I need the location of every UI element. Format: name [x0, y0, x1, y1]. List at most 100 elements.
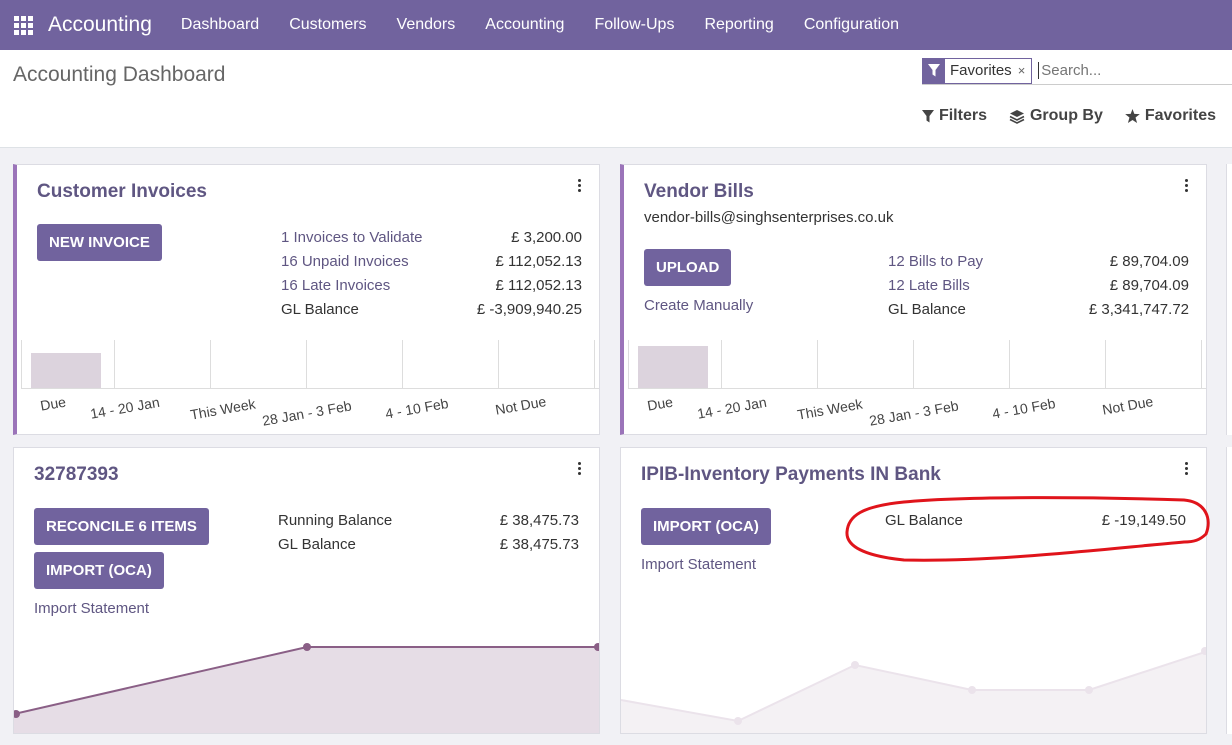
stat-row[interactable]: 1 Invoices to Validate £ 3,200.00 [281, 226, 582, 250]
nav-configuration[interactable]: Configuration [789, 0, 914, 50]
layers-icon [1009, 109, 1025, 124]
chart-label: Due [646, 393, 675, 414]
vendor-bills-card: Vendor Bills vendor-bills@singhsenterpri… [620, 164, 1207, 435]
stat-label[interactable]: 16 Late Invoices [281, 274, 390, 298]
chart-label: This Week [189, 395, 257, 423]
red-annotation-circle [845, 496, 1210, 562]
stat-label: Running Balance [278, 512, 393, 529]
new-invoice-button[interactable]: NEW INVOICE [37, 224, 162, 261]
stat-value: £ -3,909,940.25 [476, 301, 582, 318]
offscreen-card-edge [1226, 447, 1232, 734]
stat-row: GL Balance £ -3,909,940.25 [281, 298, 582, 322]
create-manually-link[interactable]: Create Manually [644, 297, 753, 314]
app-brand[interactable]: Accounting [48, 13, 152, 37]
stat-row: GL Balance £ 3,341,747.72 [888, 298, 1189, 322]
nav-reporting[interactable]: Reporting [689, 0, 788, 50]
chart-bar-due[interactable] [638, 346, 708, 388]
control-panel: Accounting Dashboard Favorites × Filters… [0, 50, 1232, 148]
vendor-bills-email: vendor-bills@singhsenterprises.co.uk [644, 209, 894, 226]
bank-stats: Running Balance £ 38,475.73 GL Balance £ 3… [278, 509, 579, 557]
star-icon [1125, 109, 1140, 123]
import-statement-link[interactable]: Import Statement [34, 600, 149, 617]
search-input[interactable] [1038, 62, 1179, 79]
stat-value: £ 89,704.09 [1109, 277, 1189, 294]
nav-follow-ups[interactable]: Follow-Ups [579, 0, 689, 50]
stat-value: £ 112,052.13 [495, 277, 582, 294]
bill-stats: 12 Bills to Pay £ 89,704.09 12 Late Bills… [888, 250, 1189, 322]
stat-value: £ 38,475.73 [499, 512, 579, 529]
search-box: Favorites × [922, 57, 1232, 85]
filters-button[interactable]: Filters [921, 107, 987, 125]
stat-row: Running Balance £ 38,475.73 [278, 509, 579, 533]
chart-label: Due [39, 393, 68, 414]
search-facet: Favorites × [922, 57, 1033, 84]
card-title[interactable]: Customer Invoices [37, 181, 207, 203]
balance-line-chart[interactable] [14, 628, 600, 734]
chart-point[interactable] [1085, 686, 1093, 694]
upload-button[interactable]: UPLOAD [644, 249, 732, 286]
chart-label: This Week [796, 395, 864, 423]
stat-row[interactable]: 12 Bills to Pay £ 89,704.09 [888, 250, 1189, 274]
kebab-menu-icon[interactable] [1185, 462, 1188, 475]
stat-value: £ 3,341,747.72 [1088, 301, 1189, 318]
page-title: Accounting Dashboard [13, 63, 226, 86]
stat-row[interactable]: 16 Unpaid Invoices £ 112,052.13 [281, 250, 582, 274]
favorites-label: Favorites [1144, 107, 1216, 124]
kebab-menu-icon[interactable] [578, 462, 581, 475]
filters-label: Filters [938, 107, 987, 124]
chart-point[interactable] [303, 643, 311, 651]
invoice-stats: 1 Invoices to Validate £ 3,200.00 16 Unpa… [281, 226, 582, 322]
stat-row[interactable]: 16 Late Invoices £ 112,052.13 [281, 274, 582, 298]
stat-value: £ 89,704.09 [1109, 253, 1189, 270]
group-by-button[interactable]: Group By [1009, 107, 1103, 125]
chart-bar-due[interactable] [31, 353, 101, 388]
card-title[interactable]: Vendor Bills [644, 181, 754, 203]
stat-label: GL Balance [278, 536, 356, 553]
nav-dashboard[interactable]: Dashboard [166, 0, 274, 50]
facet-label: Favorites [950, 62, 1012, 79]
import-statement-link[interactable]: Import Statement [641, 556, 756, 573]
import-oca-button[interactable]: IMPORT (OCA) [34, 552, 164, 589]
offscreen-card-edge [1226, 164, 1232, 435]
stat-row[interactable]: 12 Late Bills £ 89,704.09 [888, 274, 1189, 298]
stat-label[interactable]: 16 Unpaid Invoices [281, 250, 409, 274]
stat-row: GL Balance £ 38,475.73 [278, 533, 579, 557]
favorites-button[interactable]: Favorites [1125, 107, 1216, 125]
card-title[interactable]: 32787393 [34, 464, 119, 486]
apps-grid-icon [13, 15, 33, 35]
import-oca-button[interactable]: IMPORT (OCA) [641, 508, 771, 545]
kebab-menu-icon[interactable] [578, 179, 581, 192]
nav-vendors[interactable]: Vendors [382, 0, 471, 50]
kebab-menu-icon[interactable] [1185, 179, 1188, 192]
chart-point[interactable] [851, 661, 859, 669]
facet-remove-icon[interactable]: × [1018, 63, 1032, 78]
balance-line-chart[interactable] [621, 628, 1207, 734]
customer-invoices-card: Customer Invoices NEW INVOICE 1 Invoices… [13, 164, 600, 435]
filter-icon [921, 109, 934, 122]
stat-label: GL Balance [888, 301, 966, 318]
filter-icon [923, 58, 945, 83]
card-title[interactable]: IPIB-Inventory Payments IN Bank [641, 464, 941, 486]
stat-value: £ 3,200.00 [511, 229, 582, 246]
stat-value: £ 112,052.13 [495, 253, 582, 270]
group-by-label: Group By [1029, 107, 1103, 124]
stat-label[interactable]: 12 Bills to Pay [888, 250, 983, 274]
chart-label: 28 Jan - 3 Feb [868, 397, 960, 429]
reconcile-items-button[interactable]: RECONCILE 6 ITEMS [34, 508, 209, 545]
chart-point[interactable] [968, 686, 976, 694]
stat-value: £ 38,475.73 [499, 536, 579, 553]
top-navbar: Accounting Dashboard Customers Vendors A… [0, 0, 1232, 50]
chart-label: 4 - 10 Feb [384, 394, 450, 422]
stat-label[interactable]: 12 Late Bills [888, 274, 970, 298]
chart-label: 28 Jan - 3 Feb [261, 397, 353, 429]
chart-point[interactable] [734, 717, 742, 725]
chart-label: 4 - 10 Feb [991, 394, 1057, 422]
search-options: Filters Group By Favorites [921, 107, 1216, 125]
stat-label: GL Balance [281, 301, 359, 318]
nav-customers[interactable]: Customers [274, 0, 381, 50]
aging-bar-chart[interactable]: Due 14 - 20 Jan This Week 28 Jan - 3 Feb… [624, 340, 1206, 434]
aging-bar-chart[interactable]: Due 14 - 20 Jan This Week 28 Jan - 3 Feb… [17, 340, 599, 434]
nav-accounting[interactable]: Accounting [470, 0, 579, 50]
apps-menu-button[interactable] [0, 0, 46, 50]
stat-label[interactable]: 1 Invoices to Validate [281, 226, 422, 250]
